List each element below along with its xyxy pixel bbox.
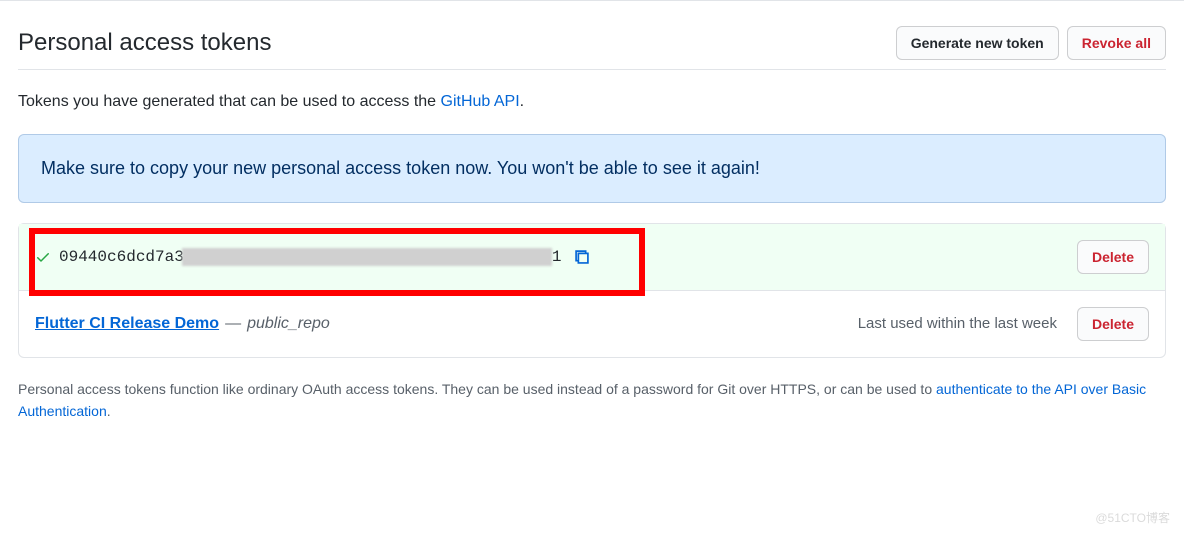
token-list: 09440c6dcd7a3 1 Delete Flutter CI Release… [18, 223, 1166, 358]
token-redacted [182, 248, 552, 266]
delete-token-button[interactable]: Delete [1077, 240, 1149, 274]
copy-token-icon[interactable] [573, 248, 591, 266]
footer-text-2: . [107, 403, 111, 419]
header-actions: Generate new token Revoke all [896, 26, 1166, 60]
delete-token-button[interactable]: Delete [1077, 307, 1149, 341]
flash-message: Make sure to copy your new personal acce… [41, 158, 760, 178]
revoke-all-button[interactable]: Revoke all [1067, 26, 1166, 60]
watermark: @51CTO博客 [1095, 509, 1170, 527]
last-used-text: Last used within the last week [858, 313, 1057, 336]
token-row: Flutter CI Release Demo — public_repo La… [19, 291, 1165, 357]
description-prefix: Tokens you have generated that can be us… [18, 93, 441, 110]
check-icon [35, 249, 51, 265]
token-name-link[interactable]: Flutter CI Release Demo [35, 312, 219, 336]
token-scope: public_repo [247, 312, 330, 336]
token-prefix: 09440c6dcd7a3 [59, 248, 184, 266]
generate-new-token-button[interactable]: Generate new token [896, 26, 1059, 60]
token-meta-actions: Last used within the last week Delete [858, 307, 1149, 341]
token-value: 09440c6dcd7a3 1 [59, 245, 561, 269]
description-suffix: . [520, 93, 524, 110]
github-api-link[interactable]: GitHub API [441, 93, 520, 110]
token-suffix: 1 [552, 248, 562, 266]
copy-token-warning: Make sure to copy your new personal acce… [18, 134, 1166, 203]
page-title: Personal access tokens [18, 25, 271, 61]
page-header: Personal access tokens Generate new toke… [18, 25, 1166, 70]
token-info: Flutter CI Release Demo — public_repo [35, 312, 858, 336]
footer-text-1: Personal access tokens function like ord… [18, 381, 936, 397]
new-token-row: 09440c6dcd7a3 1 Delete [19, 224, 1165, 291]
tokens-description: Tokens you have generated that can be us… [18, 90, 1166, 114]
token-actions: Delete [1077, 240, 1149, 274]
token-value-area: 09440c6dcd7a3 1 [35, 245, 1077, 269]
dash-separator: — [225, 312, 241, 336]
footer-description: Personal access tokens function like ord… [18, 378, 1166, 423]
